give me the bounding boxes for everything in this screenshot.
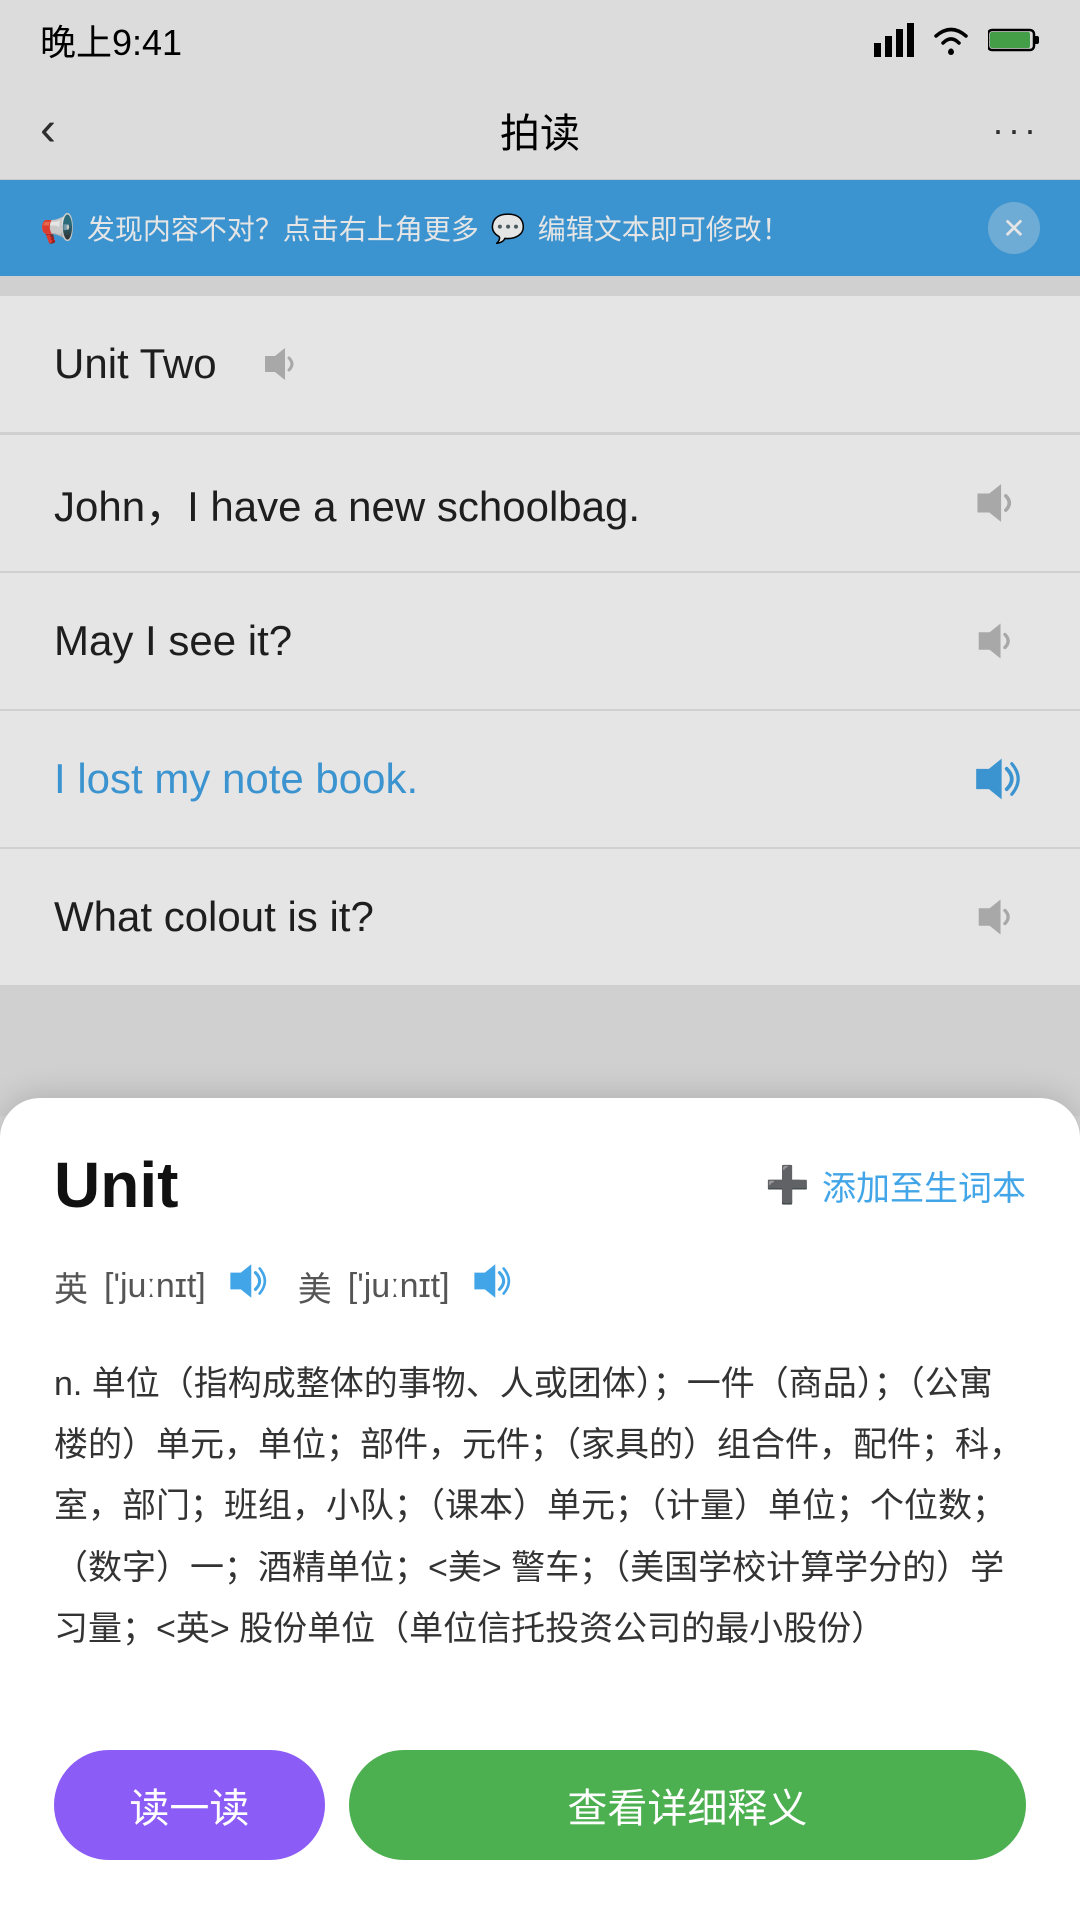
phonetics-row: 英 ['juːnɪt] 美 ['juːnɪt] <box>54 1258 1026 1314</box>
dict-header: Unit ➕ 添加至生词本 <box>54 1148 1026 1222</box>
add-vocab-icon: ➕ <box>765 1164 810 1206</box>
speaker-british-button[interactable] <box>222 1258 268 1314</box>
speaker-american-icon <box>466 1258 512 1304</box>
add-vocab-button[interactable]: ➕ 添加至生词本 <box>765 1161 1026 1210</box>
read-button-label: 读一读 <box>129 1776 249 1834</box>
bottom-sheet: Unit ➕ 添加至生词本 英 ['juːnɪt] 美 ['juːnɪt] <box>0 1098 1080 1920</box>
dict-definition: n. 单位（指构成整体的事物、人或团体）；一件（商品）；（公寓楼的）单元，单位；… <box>54 1354 1026 1660</box>
phonetic-british-text: ['juːnɪt] <box>104 1267 206 1306</box>
speaker-british-icon <box>222 1258 268 1304</box>
phonetic-american-lang: 美 <box>298 1262 332 1311</box>
detail-button-label: 查看详细释义 <box>567 1776 807 1834</box>
add-vocab-label: 添加至生词本 <box>822 1161 1026 1210</box>
speaker-american-button[interactable] <box>466 1258 512 1314</box>
phonetic-american: 美 ['juːnɪt] <box>298 1258 512 1314</box>
phonetic-british-lang: 英 <box>54 1262 88 1311</box>
detail-button[interactable]: 查看详细释义 <box>349 1750 1026 1860</box>
phonetic-american-text: ['juːnɪt] <box>348 1267 450 1306</box>
phonetic-british: 英 ['juːnɪt] <box>54 1258 268 1314</box>
bottom-buttons: 读一读 查看详细释义 <box>54 1720 1026 1920</box>
read-button[interactable]: 读一读 <box>54 1750 325 1860</box>
dict-word: Unit <box>54 1148 178 1222</box>
